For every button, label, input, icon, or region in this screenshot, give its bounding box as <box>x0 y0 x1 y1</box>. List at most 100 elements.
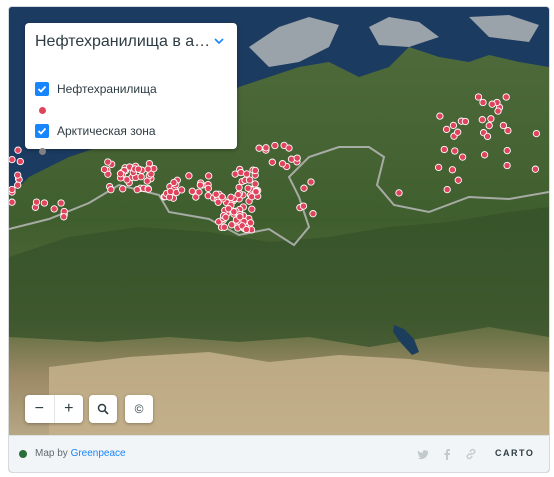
oil-storage-marker[interactable] <box>503 161 511 170</box>
oil-storage-marker[interactable] <box>137 173 145 181</box>
zoom-in-button[interactable]: + <box>53 395 84 423</box>
oil-storage-marker[interactable] <box>14 171 22 179</box>
oil-storage-marker[interactable] <box>487 115 495 123</box>
oil-storage-marker[interactable] <box>293 154 301 162</box>
arctic-zone-checkbox[interactable] <box>35 124 49 138</box>
oil-storage-marker[interactable] <box>268 158 276 166</box>
oil-storage-marker[interactable] <box>244 184 252 192</box>
oil-storage-marker[interactable] <box>220 223 229 231</box>
greenpeace-link[interactable]: Greenpeace <box>71 448 126 459</box>
oil-storage-marker[interactable] <box>177 186 186 194</box>
oil-storage-marker[interactable] <box>436 112 444 120</box>
oil-storage-marker[interactable] <box>474 93 483 101</box>
oil-storage-marker[interactable] <box>395 189 403 197</box>
oil-storage-marker[interactable] <box>503 146 511 155</box>
oil-storage-marker[interactable] <box>204 184 212 193</box>
oil-storage-marker[interactable] <box>16 157 24 166</box>
oil-storage-marker[interactable] <box>451 147 459 155</box>
oil-storage-marker[interactable] <box>237 168 245 177</box>
oil-storage-marker[interactable] <box>134 165 143 173</box>
oil-storage-marker[interactable] <box>299 202 308 210</box>
oil-storage-marker[interactable] <box>499 121 508 130</box>
oil-storage-marker[interactable] <box>40 199 49 207</box>
oil-storage-marker[interactable] <box>307 178 315 186</box>
oil-storage-marker[interactable] <box>488 100 496 108</box>
oil-storage-marker[interactable] <box>478 116 486 124</box>
chevron-down-icon[interactable] <box>213 35 225 47</box>
carto-logo[interactable]: CARTO <box>495 448 534 458</box>
oil-storage-marker[interactable] <box>434 163 443 172</box>
oil-storage-marker[interactable] <box>205 172 213 180</box>
oil-storage-marker[interactable] <box>300 184 308 192</box>
oil-storage-marker[interactable] <box>531 165 540 173</box>
oil-storage-marker[interactable] <box>234 190 242 199</box>
oil-storage-marker[interactable] <box>9 185 16 194</box>
link-icon[interactable] <box>465 448 477 460</box>
oil-storage-marker[interactable] <box>236 213 244 221</box>
oil-storage-marker[interactable] <box>57 199 65 207</box>
oil-storage-marker[interactable] <box>251 180 259 188</box>
oil-storage-marker[interactable] <box>255 144 263 152</box>
oil-storage-marker[interactable] <box>454 128 462 136</box>
oil-storage-marker[interactable] <box>32 198 41 206</box>
oil-storage-marker[interactable] <box>230 208 238 216</box>
oil-storage-marker[interactable] <box>479 98 487 107</box>
oil-storage-marker[interactable] <box>243 170 251 178</box>
oil-storage-marker[interactable] <box>442 125 451 134</box>
oil-storage-marker[interactable] <box>60 213 68 221</box>
oil-storage-marker[interactable] <box>440 145 448 154</box>
oil-storage-marker[interactable] <box>235 183 243 192</box>
oil-storage-marker[interactable] <box>461 117 470 126</box>
oil-storage-marker[interactable] <box>248 205 256 213</box>
oil-storage-marker[interactable] <box>443 185 451 194</box>
oil-storage-marker[interactable] <box>107 186 115 194</box>
oil-storage-marker[interactable] <box>166 187 175 196</box>
oil-storage-marker[interactable] <box>502 93 510 101</box>
search-button[interactable] <box>89 395 117 423</box>
oil-storage-marker[interactable] <box>245 176 254 184</box>
oil-storage-marker[interactable] <box>116 170 125 178</box>
oil-storage-marker[interactable] <box>309 210 317 218</box>
oil-storage-marker[interactable] <box>218 193 226 201</box>
oil-storage-marker[interactable] <box>50 205 58 213</box>
oil-storage-marker[interactable] <box>143 177 151 185</box>
attribution-button[interactable]: © <box>125 395 153 423</box>
oil-storage-marker[interactable] <box>483 132 492 141</box>
oil-storage-marker[interactable] <box>212 190 220 198</box>
oil-storage-marker[interactable] <box>222 213 230 221</box>
oil-storage-marker[interactable] <box>14 181 22 189</box>
oil-storage-marker[interactable] <box>185 172 193 180</box>
oil-storage-marker[interactable] <box>448 166 457 174</box>
oil-storage-marker[interactable] <box>100 165 109 174</box>
oil-storage-marker[interactable] <box>196 181 204 189</box>
oil-storage-marker[interactable] <box>9 198 16 206</box>
oil-storage-marker[interactable] <box>144 165 152 173</box>
oil-storage-marker[interactable] <box>214 198 222 206</box>
oil-storage-checkbox[interactable] <box>35 82 49 96</box>
oil-storage-marker[interactable] <box>170 178 178 187</box>
oil-storage-marker[interactable] <box>9 155 16 164</box>
oil-storage-marker[interactable] <box>133 186 141 194</box>
oil-storage-marker[interactable] <box>195 188 203 196</box>
oil-storage-marker[interactable] <box>532 129 541 138</box>
oil-storage-marker[interactable] <box>14 146 22 154</box>
legend-title[interactable]: Нефтехранилища в арк… <box>35 33 213 51</box>
oil-storage-marker[interactable] <box>449 121 458 130</box>
twitter-icon[interactable] <box>417 448 429 460</box>
oil-storage-marker[interactable] <box>251 166 259 175</box>
oil-storage-marker[interactable] <box>188 187 196 195</box>
oil-storage-marker[interactable] <box>454 176 462 184</box>
oil-storage-marker[interactable] <box>262 144 270 152</box>
oil-storage-marker[interactable] <box>458 153 467 161</box>
oil-storage-marker[interactable] <box>271 141 279 150</box>
oil-storage-marker[interactable] <box>246 219 255 227</box>
oil-storage-marker[interactable] <box>252 188 260 196</box>
zoom-out-button[interactable]: − <box>25 395 54 423</box>
oil-storage-marker[interactable] <box>144 185 152 193</box>
oil-storage-marker[interactable] <box>242 225 251 234</box>
oil-storage-marker[interactable] <box>123 176 131 184</box>
oil-storage-marker[interactable] <box>485 121 493 130</box>
oil-storage-marker[interactable] <box>494 107 502 115</box>
oil-storage-marker[interactable] <box>104 158 112 166</box>
oil-storage-marker[interactable] <box>278 160 287 168</box>
